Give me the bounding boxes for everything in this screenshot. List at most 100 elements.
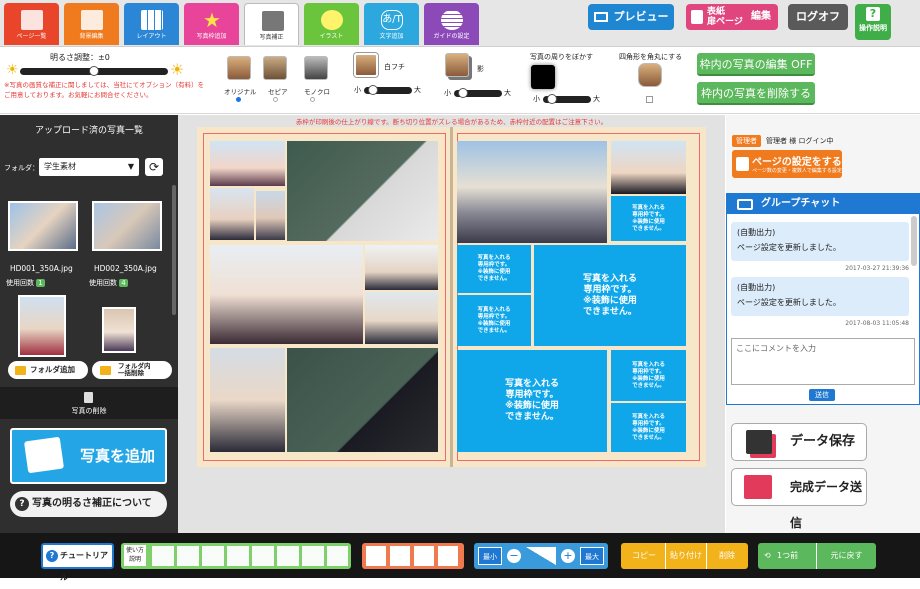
zoom-in-icon[interactable]: +: [561, 549, 575, 563]
blur-knob[interactable]: [547, 94, 557, 104]
filter-mono-thumb[interactable]: [304, 56, 328, 80]
delete-button[interactable]: 削除: [708, 543, 746, 569]
photo-frame[interactable]: [210, 348, 285, 452]
undo-icon: ⟲: [764, 551, 771, 560]
white-border-small-label: 小: [354, 86, 361, 94]
white-border-knob[interactable]: [368, 85, 378, 95]
frame-edit-off-button[interactable]: 枠内の写真の編集 OFF: [697, 53, 815, 76]
tab-photo-correction[interactable]: 写真補正: [244, 3, 299, 45]
tab-add-photo-frame[interactable]: ★ 写真枠追加: [184, 3, 239, 45]
photo-placeholder[interactable]: 写真を入れる 専用枠です。 ※装飾に使用 できません。: [611, 350, 686, 401]
comment-input[interactable]: ここにコメントを入力: [731, 338, 915, 385]
align-buttons[interactable]: [152, 546, 348, 566]
photo-frame[interactable]: [611, 141, 686, 194]
photo-thumb-4[interactable]: [102, 307, 136, 353]
filter-sepia-radio[interactable]: [273, 97, 278, 102]
filter-original-radio[interactable]: [236, 97, 241, 102]
photo-placeholder[interactable]: 写真を入れる 専用枠です。 ※装飾に使用 できません。: [611, 196, 686, 241]
submit-data-button[interactable]: 完成データ送信: [731, 468, 867, 530]
photo-thumb-hd001[interactable]: [8, 201, 78, 251]
undo-button[interactable]: ⟲ 1つ前: [758, 543, 814, 569]
photo-frame[interactable]: [287, 141, 438, 241]
add-folder-button[interactable]: フォルダ追加: [8, 361, 88, 379]
manual-button[interactable]: ? 操作説明: [855, 4, 891, 40]
send-button[interactable]: 送信: [809, 389, 835, 401]
photo-frame[interactable]: [457, 141, 607, 243]
shadow-small-label: 小: [444, 89, 451, 97]
add-photo-button[interactable]: 写真を追加: [10, 428, 167, 484]
correction-notice: ※写真の画質な補正に関しましては、当社にてオプション（有料）をご用意しております…: [4, 81, 205, 99]
delete-photo-area[interactable]: 写真の削除: [0, 387, 178, 419]
filter-original-thumb[interactable]: [227, 56, 251, 80]
logoff-button[interactable]: ログオフ: [788, 4, 848, 30]
sun-bright-icon: ☀: [170, 60, 185, 79]
photo-placeholder[interactable]: 写真を入れる 専用枠です。 ※装飾に使用 できません。: [457, 245, 531, 293]
background-icon: [81, 10, 103, 30]
shadow-slider[interactable]: [454, 88, 502, 98]
photo-frame[interactable]: [287, 348, 438, 452]
paste-button[interactable]: 貼り付け: [665, 543, 707, 569]
chat-icon: [737, 199, 753, 210]
page-settings-button[interactable]: ページの設定をする ページ数の変更・複数人で編集する設定: [732, 150, 842, 178]
filter-mono-radio[interactable]: [310, 97, 315, 102]
photo-placeholder-large[interactable]: 写真を入れる 専用枠です。 ※装飾に使用 できません。: [457, 350, 607, 452]
brightness-knob[interactable]: [89, 66, 99, 76]
zoom-max-button[interactable]: 最大: [580, 547, 604, 565]
redo-button[interactable]: 元に戻す: [816, 543, 876, 569]
brightness-help-button[interactable]: ? 写真の明るさ補正について: [10, 491, 167, 517]
delete-folder-photos-button[interactable]: フォルダ内 一括削除: [92, 361, 172, 379]
tab-background[interactable]: 背景編集: [64, 3, 119, 45]
tab-guide-settings[interactable]: ガイドの設定: [424, 3, 479, 45]
chat-scrollbar[interactable]: [911, 216, 917, 266]
brightness-slider[interactable]: [20, 66, 168, 76]
chat-message: (自動出力) ページ設定を更新しました。: [731, 277, 909, 316]
shadow-knob[interactable]: [458, 88, 468, 98]
shadow-label: 影: [477, 65, 484, 73]
cover-page-edit-button[interactable]: 表紙 扉ページ 編集: [686, 4, 778, 30]
photo-placeholder[interactable]: 写真を入れる 専用枠です。 ※装飾に使用 できません。: [457, 295, 531, 346]
chat-timestamp: 2017-03-27 21:39:36: [845, 265, 909, 272]
floppy-disk-icon: [746, 430, 772, 454]
filter-mono-label: モノクロ: [304, 88, 330, 96]
zoom-min-button[interactable]: 最小: [478, 547, 502, 565]
photo-frame[interactable]: [365, 245, 438, 290]
help-icon: ?: [866, 7, 880, 21]
usage-help-button[interactable]: 使い方 説明: [124, 545, 146, 566]
send-data-icon: [744, 475, 772, 499]
copy-button[interactable]: コピー: [625, 543, 663, 569]
tutorial-button[interactable]: ? チュートリアル: [41, 543, 114, 582]
photo-placeholder-large[interactable]: 写真を入れる 専用枠です。 ※装飾に使用 できません。: [534, 245, 686, 346]
layout-grid-icon: [141, 10, 163, 30]
photo-thumb-hd002[interactable]: [92, 201, 162, 251]
tab-illustration[interactable]: イラスト: [304, 3, 359, 45]
rounded-thumb: [638, 63, 662, 87]
filter-sepia-thumb[interactable]: [263, 56, 287, 80]
folder-select[interactable]: 学生素材 ▼: [39, 158, 139, 176]
photo-frame[interactable]: [210, 141, 285, 186]
tab-page-list[interactable]: ページ一覧: [4, 3, 59, 45]
tab-layout[interactable]: レイアウト: [124, 3, 179, 45]
tab-add-text[interactable]: あ/T 文字追加: [364, 3, 419, 45]
preview-button[interactable]: プレビュー: [588, 4, 674, 30]
white-border-slider[interactable]: [364, 85, 412, 95]
frame-delete-photo-button[interactable]: 枠内の写真を削除する: [697, 82, 815, 105]
rounded-checkbox[interactable]: [646, 96, 653, 103]
photo-thumb-3[interactable]: [18, 295, 66, 357]
photo-frame[interactable]: [256, 191, 285, 240]
blur-slider[interactable]: [543, 94, 591, 104]
photo-placeholder[interactable]: 写真を入れる 専用枠です。 ※装飾に使用 できません。: [611, 403, 686, 452]
refresh-icon[interactable]: ⟳: [145, 158, 163, 176]
photo-frame[interactable]: [210, 245, 363, 344]
white-border-label: 白フチ: [384, 63, 405, 71]
photo-frame[interactable]: [210, 188, 254, 240]
save-data-button[interactable]: データ保存: [731, 423, 867, 461]
rounded-label: 四角形を角丸にする: [619, 53, 683, 61]
scrollbar[interactable]: [172, 185, 176, 315]
photo-frame[interactable]: [365, 292, 438, 344]
zoom-out-icon[interactable]: −: [507, 549, 521, 563]
photo-correction-toolbar: 明るさ調整：±0 ☀ ☀ ※写真の画質な補正に関しましては、当社にてオプション（…: [0, 48, 920, 114]
text-icon: あ/T: [381, 10, 403, 30]
white-border-thumb: [354, 53, 378, 77]
star-frame-icon: ★: [203, 8, 221, 32]
layer-buttons[interactable]: [366, 546, 460, 566]
